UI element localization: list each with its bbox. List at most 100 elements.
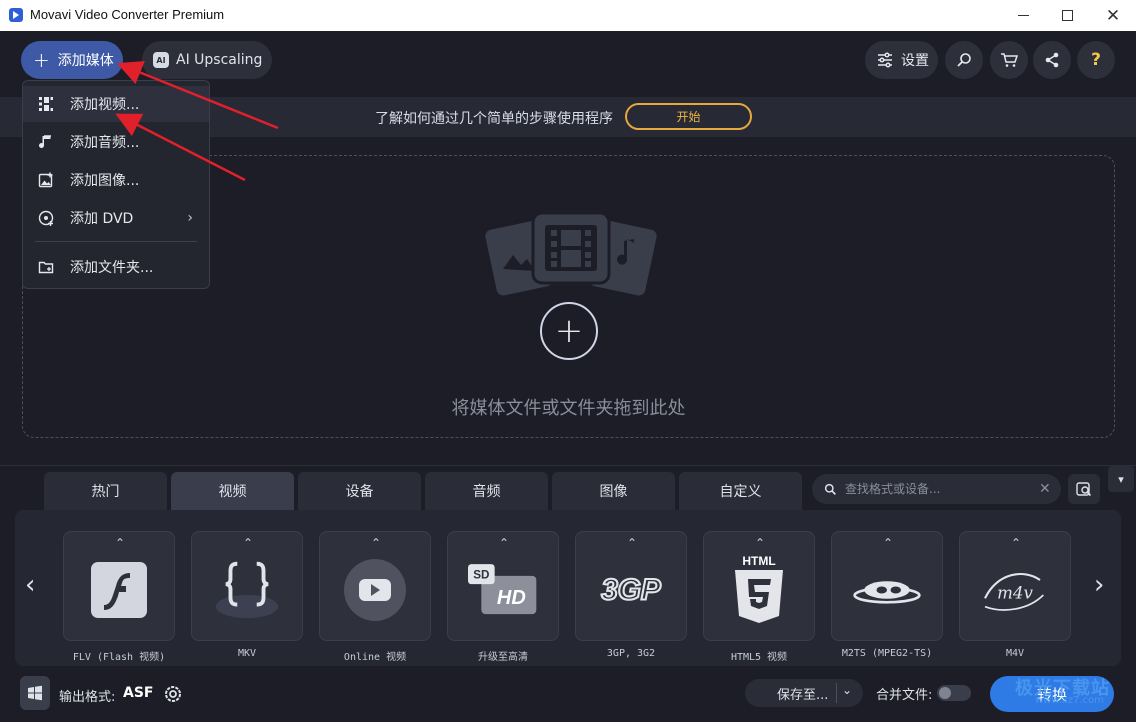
ai-upscaling-button[interactable]: AI AI Upscaling (142, 41, 272, 79)
bluray-logo-icon (852, 558, 922, 622)
chevron-down-icon: ▾ (1118, 472, 1124, 486)
format-card-online-video[interactable]: ⌃ (319, 531, 431, 641)
menu-item-label: 添加视频... (70, 97, 140, 113)
music-note-icon (37, 133, 55, 151)
plus-icon: + (33, 48, 50, 72)
dvd-icon (37, 209, 55, 227)
gear-icon (165, 686, 181, 702)
minimize-icon (1017, 15, 1029, 16)
sd-hd-icon: SD HD (468, 558, 538, 622)
merge-files-toggle[interactable] (937, 685, 971, 701)
share-button[interactable] (1033, 41, 1071, 79)
footer-bar: 输出格式: ASF 保存至... ⌄ 合并文件: 转换 极光下载站 www.xz… (0, 671, 1136, 722)
menu-item-add-audio[interactable]: 添加音频... (23, 124, 209, 160)
chevron-up-icon: ⌃ (1010, 536, 1022, 550)
youtube-play-icon (340, 558, 410, 622)
collapse-panel-button[interactable]: ▾ (1108, 466, 1134, 492)
mkv-logo-icon (212, 558, 282, 622)
format-card-upscale-hd[interactable]: ⌃ SD HD (447, 531, 559, 641)
format-card-html5[interactable]: ⌃ HTML (703, 531, 815, 641)
movavi-app-icon (9, 8, 23, 22)
sd-badge-text: SD (473, 568, 489, 581)
html5-logo-icon: HTML (724, 554, 794, 623)
tab-audio[interactable]: 音频 (425, 472, 548, 510)
plus-icon: + (554, 311, 584, 351)
close-button[interactable]: ✕ (1090, 0, 1136, 31)
video-add-icon (37, 95, 55, 113)
minimize-button[interactable] (1000, 0, 1046, 31)
format-search-input[interactable] (845, 482, 1031, 496)
maximize-button[interactable] (1044, 0, 1090, 31)
chevron-up-icon: ⌃ (114, 536, 126, 550)
menu-item-add-dvd[interactable]: 添加 DVD › (23, 200, 209, 236)
format-library-icon (1076, 482, 1092, 497)
save-to-button[interactable]: 保存至... ⌄ (745, 679, 863, 707)
search-icon (957, 53, 971, 67)
format-card-mkv[interactable]: ⌃ (191, 531, 303, 641)
cart-button[interactable] (990, 41, 1028, 79)
drop-zone-text: 将媒体文件或文件夹拖到此处 (451, 398, 686, 419)
chevron-up-icon: ⌃ (882, 536, 894, 550)
html-logo-text: HTML (742, 554, 775, 568)
output-settings-button[interactable] (158, 679, 188, 709)
ai-upscaling-label: AI Upscaling (176, 52, 263, 68)
format-label-3gp: 3GP, 3G2 (606, 648, 656, 659)
format-carousel: ‹ › ⌃ FLV (Flash 视频) ⌃ MKV ⌃ Online 视频 ⌃ (15, 510, 1121, 666)
chevron-right-icon: › (187, 210, 193, 226)
format-label-flv: FLV (Flash 视频) (72, 652, 166, 663)
format-library-button[interactable] (1068, 474, 1100, 504)
tab-custom[interactable]: 自定义 (679, 472, 802, 510)
chevron-up-icon: ⌃ (626, 536, 638, 550)
m4v-logo-icon: m4v (980, 558, 1050, 622)
start-tutorial-button[interactable]: 开始 (625, 103, 752, 130)
carousel-next-button[interactable]: › (1094, 570, 1104, 600)
flash-logo-icon (84, 558, 154, 622)
3gp-logo-icon: 3GP (596, 558, 666, 622)
chevron-up-icon: ⌃ (754, 536, 766, 550)
chevron-up-icon: ⌃ (370, 536, 382, 550)
menu-divider (35, 241, 197, 242)
format-label-online-video: Online 视频 (343, 652, 407, 663)
format-card-3gp[interactable]: ⌃ 3GP (575, 531, 687, 641)
settings-button[interactable]: 设置 (865, 41, 938, 79)
format-label-mkv: MKV (237, 648, 257, 659)
help-button[interactable]: ? (1077, 41, 1115, 79)
share-icon (1045, 52, 1059, 68)
title-bar: Movavi Video Converter Premium ✕ (0, 0, 1136, 31)
menu-item-add-folder[interactable]: 添加文件夹... (23, 249, 209, 285)
search-button[interactable] (945, 41, 983, 79)
format-label-m2ts: M2TS (MPEG2-TS) (841, 648, 933, 659)
menu-item-add-image[interactable]: 添加图像... (23, 162, 209, 198)
format-label-html5: HTML5 视频 (730, 652, 788, 663)
media-stack-icon (482, 211, 660, 296)
output-format-label: 输出格式: (59, 690, 116, 705)
add-media-menu: 添加视频... 添加音频... 添加图像... 添加 DVD › 添加文件夹..… (22, 80, 210, 289)
tab-images[interactable]: 图像 (552, 472, 675, 510)
menu-item-add-video[interactable]: 添加视频... (23, 86, 209, 122)
chevron-up-icon: ⌃ (242, 536, 254, 550)
image-add-icon (37, 171, 55, 189)
add-media-button[interactable]: + 添加媒体 (21, 41, 123, 79)
format-label-upscale-hd: 升级至高清 (478, 652, 528, 663)
chevron-down-icon[interactable]: ⌄ (842, 683, 852, 697)
format-card-m4v[interactable]: ⌃ m4v (959, 531, 1071, 641)
menu-item-label: 添加图像... (70, 173, 140, 189)
format-card-flv[interactable]: ⌃ (63, 531, 175, 641)
carousel-prev-button[interactable]: ‹ (25, 570, 35, 600)
tab-video[interactable]: 视频 (171, 472, 294, 510)
clear-search-icon[interactable]: ✕ (1039, 481, 1051, 497)
add-media-label: 添加媒体 (57, 53, 114, 69)
cart-icon (1001, 53, 1018, 67)
format-card-m2ts[interactable]: ⌃ (831, 531, 943, 641)
watermark-url: www.xz7.com (1035, 695, 1104, 706)
format-search-box: ✕ (812, 474, 1061, 504)
divider (836, 683, 837, 703)
tab-devices[interactable]: 设备 (298, 472, 421, 510)
output-format-value[interactable]: ASF (123, 685, 153, 701)
menu-item-label: 添加音频... (70, 135, 140, 151)
m4v-logo-text: m4v (997, 583, 1033, 602)
format-label-m4v: M4V (1005, 648, 1025, 659)
add-files-button[interactable]: + (540, 302, 598, 360)
tab-popular[interactable]: 热门 (44, 472, 167, 510)
merge-files-label: 合并文件: (876, 688, 933, 703)
